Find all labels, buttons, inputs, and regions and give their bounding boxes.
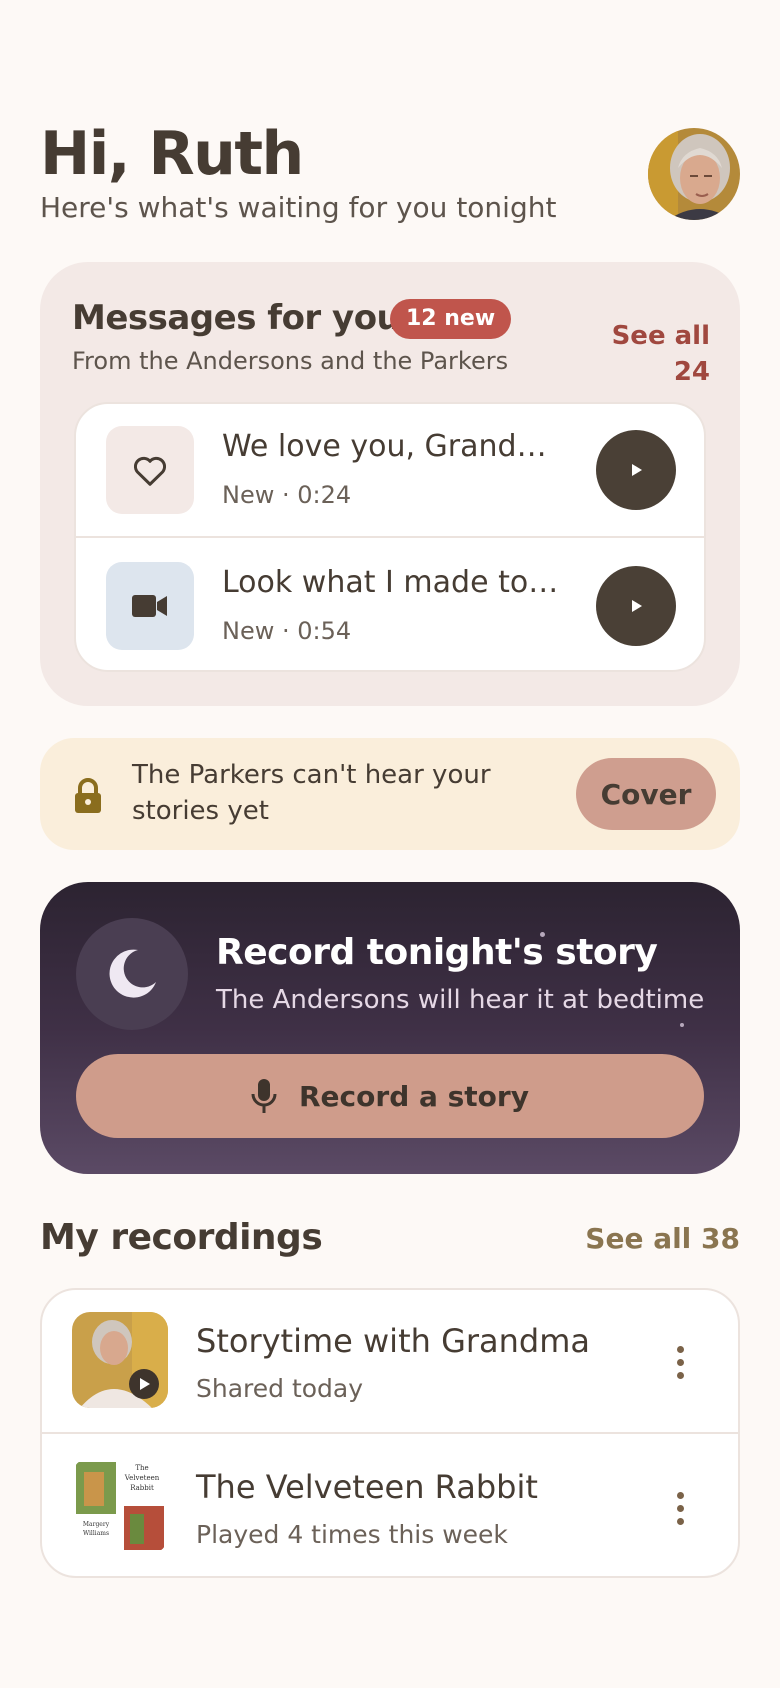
more-options-button[interactable] [660,1334,700,1390]
recordings-title: My recordings [40,1217,323,1258]
message-item[interactable]: We love you, Grandma! New · 0:24 [76,404,704,538]
play-icon [632,464,642,476]
recording-title: The Velveteen Rabbit [196,1468,538,1506]
play-icon [632,600,642,612]
recording-meta: Played 4 times this week [196,1520,508,1549]
record-card-subtitle: The Andersons will hear it at bedtime [216,985,705,1015]
message-item[interactable]: Look what I made today! New · 0:54 [76,540,704,670]
video-camera-icon [106,562,194,650]
recording-title: Storytime with Grandma [196,1322,590,1360]
book-cover-title: Velveteen [124,1474,160,1482]
cover-button[interactable]: Cover [576,758,716,830]
moon-icon [76,918,188,1030]
book-cover-author: Margery [83,1521,110,1528]
recording-item[interactable]: The Velveteen Rabbit Margery Williams Th… [42,1436,738,1576]
avatar[interactable] [648,128,740,220]
greeting-title: Hi, Ruth [40,119,304,189]
recording-item[interactable]: Storytime with Grandma Shared today [42,1290,738,1434]
messages-list: We love you, Grandma! New · 0:24 Look wh… [74,402,706,672]
recording-meta: Shared today [196,1374,364,1403]
privacy-banner-text: The Parkers can't hear your stories yet [132,760,491,826]
book-cover-author: Williams [83,1530,109,1537]
lock-icon [72,778,104,814]
record-story-button[interactable]: Record a story [76,1054,704,1138]
see-all-messages-link[interactable]: See all 24 [578,318,710,390]
star-decoration [680,1023,684,1027]
record-card-title: Record tonight's story [216,932,658,973]
play-button[interactable] [596,430,676,510]
message-meta: New · 0:54 [222,617,352,645]
record-story-button-label: Record a story [299,1079,529,1113]
message-title: Look what I made today! [222,565,562,600]
message-meta: New · 0:24 [222,481,352,509]
play-button[interactable] [596,566,676,646]
recordings-list: Storytime with Grandma Shared today The … [40,1288,740,1578]
heart-icon [106,426,194,514]
messages-title: Messages for you [72,298,401,338]
microphone-icon [251,1079,277,1113]
book-cover-thumbnail: The Velveteen Rabbit Margery Williams [72,1458,168,1554]
book-cover-title: The [135,1464,148,1472]
message-title: We love you, Grandma! [222,429,562,464]
more-options-button[interactable] [660,1480,700,1536]
see-all-recordings-link[interactable]: See all 38 [570,1220,740,1258]
new-messages-badge: 12 new [390,299,512,339]
recording-thumbnail [72,1312,168,1408]
greeting-subtitle: Here's what's waiting for you tonight [40,191,557,224]
messages-subtitle: From the Andersons and the Parkers [72,347,509,375]
book-cover-title: Rabbit [130,1484,154,1492]
